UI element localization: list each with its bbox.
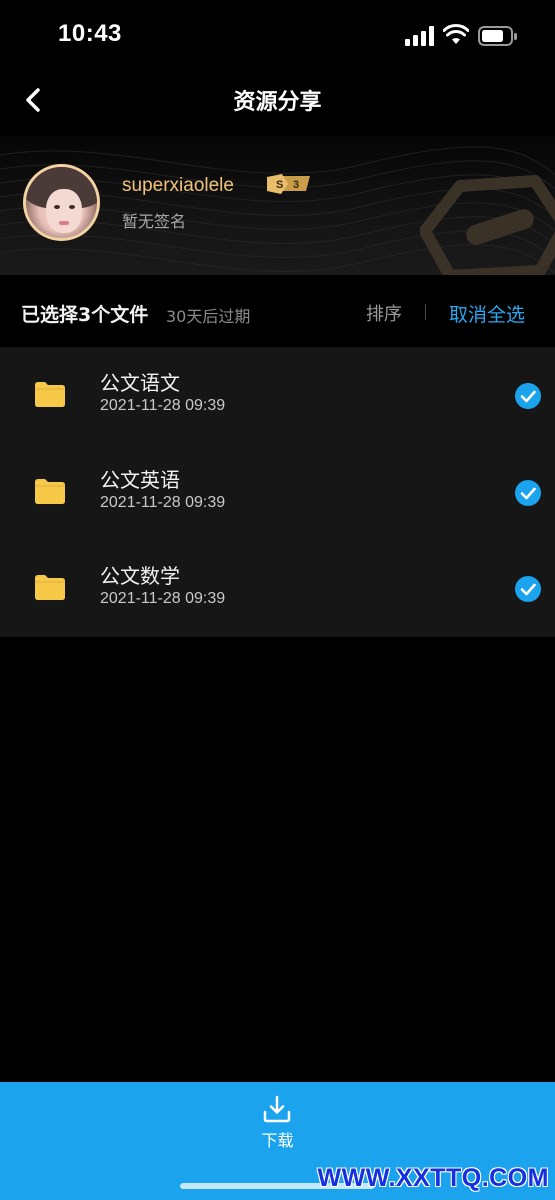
file-row[interactable]: 公文数学 2021-11-28 09:39 [0, 540, 555, 637]
file-date: 2021-11-28 09:39 [100, 590, 226, 608]
profile-header: superxiaolele S 3 暂无签名 [0, 135, 555, 275]
folder-icon [35, 575, 65, 601]
file-row[interactable]: 公文英语 2021-11-28 09:39 [0, 444, 555, 541]
level-number: 3 [293, 179, 299, 191]
checked-circle-icon[interactable] [515, 576, 541, 603]
deselect-all-button[interactable]: 取消全选 [449, 300, 525, 327]
avatar[interactable] [23, 164, 100, 241]
cellular-signal-icon [405, 26, 434, 46]
level-badge-icon: S 3 [267, 174, 310, 194]
download-button[interactable]: 下载 WWW.XXTTQ.COM [0, 1082, 555, 1200]
nav-bar: 资源分享 [0, 72, 555, 128]
selection-toolbar: 已选择3个文件 30天后过期 排序 取消全选 [0, 276, 555, 346]
divider [425, 304, 426, 320]
wifi-icon [443, 24, 469, 44]
resource-share-screen: 10:43 资源分享 superxiaolele S 3 暂无签名 已选择3个文… [0, 0, 555, 1200]
file-date: 2021-11-28 09:39 [100, 493, 226, 511]
username: superxiaolele [122, 175, 234, 196]
expiry-text: 30天后过期 [166, 307, 251, 326]
file-date: 2021-11-28 09:39 [100, 397, 226, 414]
download-label: 下载 [261, 1131, 294, 1150]
checked-circle-icon[interactable] [515, 383, 541, 409]
level-letter: S [276, 179, 283, 191]
sort-button[interactable]: 排序 [366, 300, 402, 326]
file-row[interactable]: 公文语文 2021-11-28 09:39 [0, 347, 555, 444]
folder-icon [35, 382, 65, 407]
status-bar: 10:43 [0, 0, 555, 72]
file-name: 公文英语 [100, 467, 180, 492]
level-emblem-icon [420, 175, 555, 275]
selected-count: 已选择3个文件 [21, 304, 149, 326]
battery-icon [478, 26, 517, 46]
download-icon [263, 1095, 291, 1123]
file-name: 公文数学 [100, 564, 180, 589]
watermark: WWW.XXTTQ.COM [317, 1164, 549, 1192]
folder-icon [35, 478, 65, 504]
file-list: 公文语文 2021-11-28 09:39 公文英语 2021-11-28 09… [0, 347, 555, 637]
checked-circle-icon[interactable] [515, 479, 541, 506]
file-name: 公文语文 [100, 371, 180, 395]
page-title: 资源分享 [233, 90, 322, 115]
signature: 暂无签名 [122, 212, 187, 231]
status-time: 10:43 [58, 20, 122, 47]
